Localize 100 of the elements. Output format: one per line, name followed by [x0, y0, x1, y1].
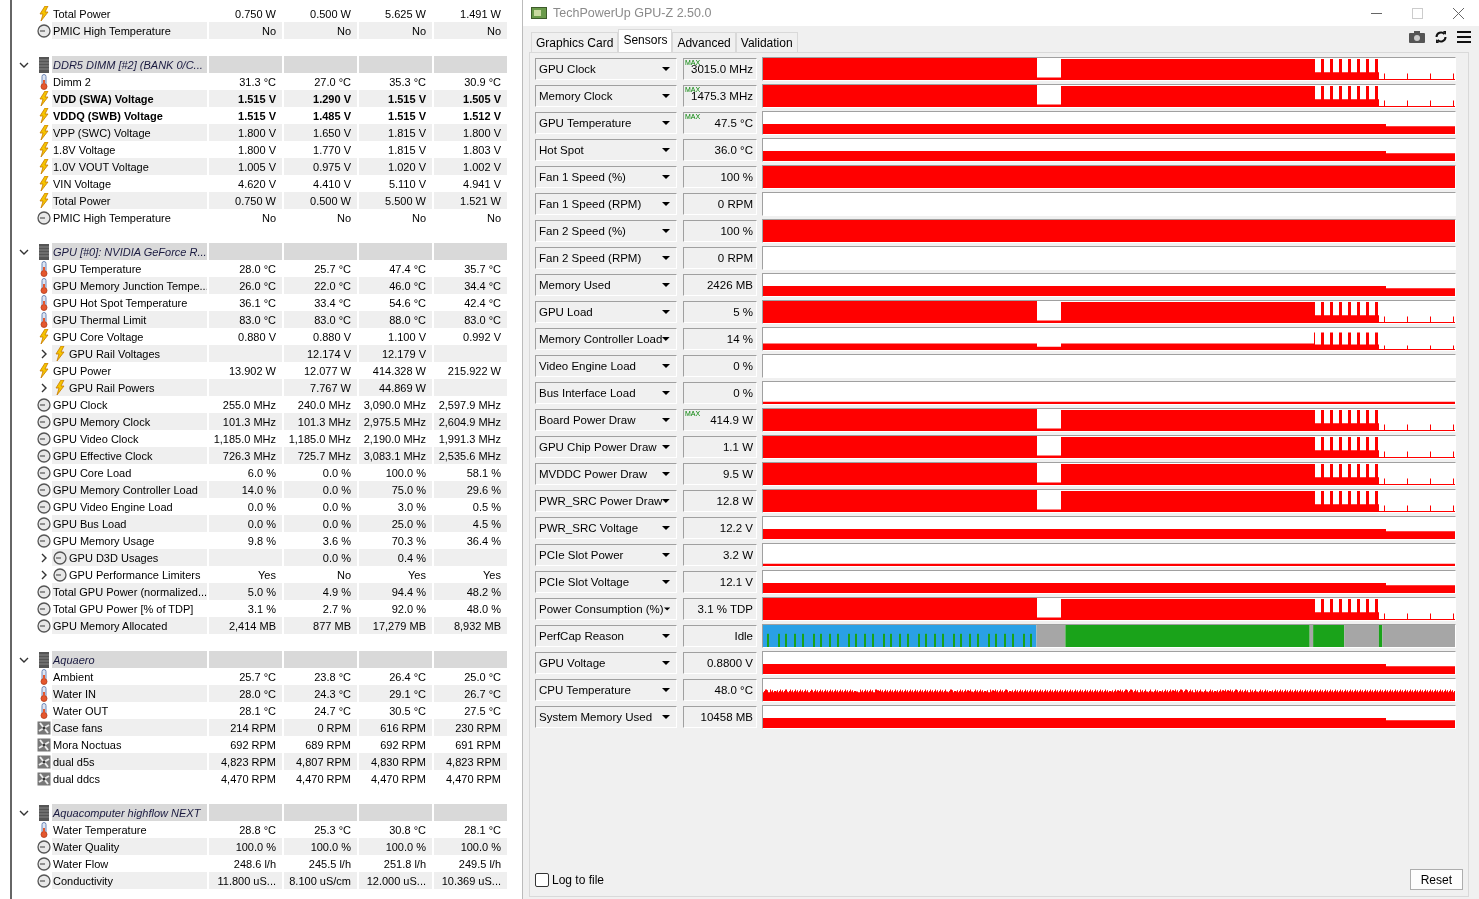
sensor-reading: 12.8 W	[683, 490, 757, 512]
caret-icon	[662, 553, 670, 557]
sensor-value: 1.005 V	[207, 158, 282, 175]
gauge-icon	[37, 210, 51, 225]
sensor-value: 0.0 %	[282, 481, 357, 498]
sensor-dropdown[interactable]: Power Consumption (%)	[535, 598, 677, 620]
chevron-right-icon[interactable]	[41, 569, 47, 580]
sensor-dropdown[interactable]: Memory Controller Load	[535, 328, 677, 350]
chevron-down-icon[interactable]	[19, 656, 29, 663]
sensor-value: 4,470 RPM	[357, 770, 432, 787]
caret-icon	[662, 256, 670, 260]
lightning-icon	[55, 380, 65, 395]
sensor-value: 100.0 %	[207, 838, 282, 855]
sensor-dropdown[interactable]: PerfCap Reason	[535, 625, 677, 647]
device-name[interactable]: GPU [#0]: NVIDIA GeForce R...	[52, 243, 207, 260]
sensor-dropdown[interactable]: Memory Used	[535, 274, 677, 296]
sensor-name: dual ddcs	[52, 771, 102, 787]
sensor-name[interactable]: GPU Rail Voltages	[68, 345, 207, 362]
sensor-value: 0.0 %	[282, 515, 357, 532]
sensor-dropdown[interactable]: Fan 1 Speed (RPM)	[535, 193, 677, 215]
sensor-name[interactable]: GPU Performance Limiters	[68, 566, 207, 583]
sensor-value: 2,604.9 MHz	[432, 413, 507, 430]
thermometer-icon	[40, 73, 48, 90]
sensor-value: 94.4 %	[357, 583, 432, 600]
tab[interactable]: Sensors	[618, 29, 673, 52]
sensor-dropdown[interactable]: MVDDC Power Draw	[535, 463, 677, 485]
chevron-right-icon[interactable]	[41, 382, 47, 393]
sensor-dropdown[interactable]: Bus Interface Load	[535, 382, 677, 404]
sensor-dropdown[interactable]: Fan 2 Speed (RPM)	[535, 247, 677, 269]
sensor-reading: 12.1 V	[683, 571, 757, 593]
sensor-name: Water IN	[52, 685, 207, 702]
sensor-dropdown[interactable]: PWR_SRC Voltage	[535, 517, 677, 539]
sensor-value: 230 RPM	[432, 719, 507, 736]
chip-icon	[39, 804, 49, 821]
sensor-dropdown[interactable]: Video Engine Load	[535, 355, 677, 377]
menu-icon[interactable]	[1457, 31, 1471, 43]
app-icon	[531, 6, 547, 20]
caret-icon	[662, 715, 670, 719]
sensor-value: 83.0 °C	[282, 311, 357, 328]
lightning-icon	[39, 91, 49, 106]
sensor-dropdown[interactable]: System Memory Used	[535, 706, 677, 728]
sensor-value: 17,279 MB	[357, 617, 432, 634]
fan-icon	[37, 720, 51, 735]
sensor-reading: 5 %	[683, 301, 757, 323]
chevron-right-icon[interactable]	[41, 348, 47, 359]
close-icon[interactable]	[1453, 7, 1464, 19]
sensor-value: No	[432, 22, 507, 39]
sensor-dropdown[interactable]: GPU Temperature	[535, 112, 677, 134]
sensor-name: GPU Memory Usage	[52, 533, 156, 549]
sensor-dropdown[interactable]: CPU Temperature	[535, 679, 677, 701]
sensor-value: 1.800 V	[432, 124, 507, 141]
sensor-name: GPU Video Engine Load	[52, 499, 174, 515]
sensor-value: 12.000 uS...	[357, 872, 432, 889]
caret-icon	[662, 283, 670, 287]
chevron-down-icon[interactable]	[19, 809, 29, 816]
sensor-value: No	[357, 22, 432, 39]
caret-icon	[662, 202, 670, 206]
chevron-down-icon[interactable]	[19, 61, 29, 68]
sensor-value: 83.0 °C	[207, 311, 282, 328]
sensor-dropdown[interactable]: Fan 1 Speed (%)	[535, 166, 677, 188]
tab[interactable]: Advanced	[672, 32, 736, 52]
sensor-dropdown[interactable]: GPU Voltage	[535, 652, 677, 674]
chip-icon	[39, 651, 49, 668]
sensor-dropdown[interactable]: PCIe Slot Power	[535, 544, 677, 566]
caret-icon	[662, 688, 670, 692]
sensor-value: 34.4 °C	[432, 277, 507, 294]
reset-button[interactable]: Reset	[1409, 869, 1463, 890]
sensor-name: dual d5s	[52, 753, 207, 770]
caret-icon	[662, 94, 670, 98]
sensor-dropdown[interactable]: GPU Clock	[535, 58, 677, 80]
gauge-icon	[37, 601, 51, 616]
sensor-dropdown[interactable]: Memory Clock	[535, 85, 677, 107]
chevron-down-icon[interactable]	[19, 248, 29, 255]
sensor-dropdown[interactable]: Fan 2 Speed (%)	[535, 220, 677, 242]
sensor-value: 11.800 uS...	[207, 872, 282, 889]
device-name[interactable]: Aquacomputer highflow NEXT	[52, 804, 207, 821]
refresh-icon[interactable]	[1434, 30, 1448, 44]
sensor-name: VDD (SWA) Voltage	[52, 90, 207, 107]
device-name[interactable]: DDR5 DIMM [#2] (BANK 0/C...	[52, 56, 207, 73]
gauge-icon	[37, 856, 51, 871]
sensor-name: GPU Memory Allocated	[52, 617, 207, 634]
sensor-dropdown[interactable]: Hot Spot	[535, 139, 677, 161]
sensor-dropdown[interactable]: Board Power Draw	[535, 409, 677, 431]
sensor-dropdown[interactable]: PCIe Slot Voltage	[535, 571, 677, 593]
chevron-right-icon[interactable]	[41, 552, 47, 563]
sensor-dropdown[interactable]: GPU Chip Power Draw	[535, 436, 677, 458]
sensor-dropdown[interactable]: PWR_SRC Power Draw	[535, 490, 677, 512]
sensor-name[interactable]: GPU D3D Usages	[68, 549, 207, 566]
tab[interactable]: Validation	[735, 32, 798, 52]
sensor-value: No	[282, 209, 357, 226]
camera-icon[interactable]	[1409, 31, 1425, 43]
log-checkbox[interactable]: Log to file	[535, 872, 605, 887]
sensor-name[interactable]: GPU Rail Powers	[68, 379, 207, 396]
sensor-dropdown[interactable]: GPU Load	[535, 301, 677, 323]
sensor-reading: 0 %	[683, 382, 757, 404]
tab[interactable]: Graphics Card	[531, 32, 619, 52]
sensor-value: 1.505 V	[432, 90, 507, 107]
sensor-reading: Idle	[683, 625, 757, 647]
gauge-icon	[37, 448, 51, 463]
device-name[interactable]: Aquaero	[52, 651, 207, 668]
